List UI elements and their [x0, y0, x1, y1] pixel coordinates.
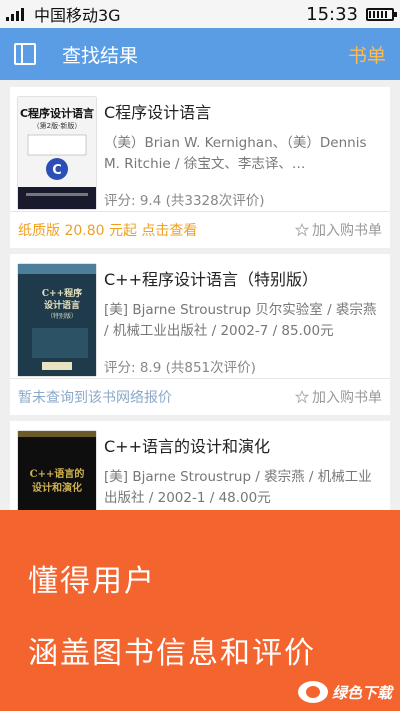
book-meta: [美] Bjarne Stroustrup 贝尔实验室 / 裘宗燕 / 机械工业… [104, 302, 377, 339]
status-bar: 中国移动3G 15:33 [0, 0, 400, 28]
book-rating: 评分: 9.4 (共3328次评价) [104, 193, 265, 209]
svg-text:C程序设计语言: C程序设计语言 [20, 106, 94, 120]
app-bar: 查找结果 书单 [0, 28, 400, 80]
book-meta: [美] Bjarne Stroustrup / 裘宗燕 / 机械工业出版社 / … [104, 469, 372, 506]
book-title[interactable]: C++语言的设计和演化 [104, 433, 382, 457]
star-icon [295, 390, 309, 404]
add-to-booklist-label: 加入购书单 [312, 390, 382, 406]
battery-icon [366, 7, 397, 21]
book-cover[interactable]: C程序设计语言 （第2版·新版） C [18, 97, 96, 209]
booklist-button[interactable]: 书单 [348, 41, 386, 68]
book-cover[interactable]: C++程序 设计语言 （特别版） [18, 264, 96, 376]
svg-text:C: C [52, 163, 62, 178]
carrier-label: 中国移动3G [34, 6, 121, 25]
watermark: 绿色下载 [297, 681, 392, 703]
clock: 15:33 [306, 3, 358, 25]
svg-text:C++程序: C++程序 [42, 287, 82, 299]
watermark-text: 绿色下载 [331, 683, 392, 702]
promo-subline: 涵盖图书信息和评价 [28, 636, 316, 671]
book-meta: （美）Brian W. Kernighan、（美）Dennis M. Ritch… [104, 135, 367, 172]
watermark-logo-icon [297, 681, 328, 703]
add-to-booklist-label: 加入购书单 [312, 223, 382, 239]
book-card[interactable]: C++程序 设计语言 （特别版） C++程序设计语言（特别版） [美] Bjar… [10, 254, 390, 415]
price-link[interactable]: 纸质版 20.80 元起 点击查看 [18, 220, 197, 240]
svg-text:（第2版·新版）: （第2版·新版） [33, 121, 82, 130]
book-card[interactable]: C++语言的 设计和演化 C++语言的设计和演化 [美] Bjarne Stro… [10, 421, 390, 521]
add-to-booklist-button[interactable]: 加入购书单 [295, 387, 382, 407]
signal-icon [6, 7, 28, 21]
promo-headline: 懂得用户 [28, 564, 156, 599]
book-icon[interactable] [14, 43, 36, 65]
book-title[interactable]: C程序设计语言 [104, 99, 382, 123]
svg-text:C++语言的: C++语言的 [30, 467, 85, 480]
svg-text:（特别版）: （特别版） [47, 312, 77, 320]
book-rating: 评分: 8.9 (共851次评价) [104, 360, 256, 376]
add-to-booklist-button[interactable]: 加入购书单 [295, 220, 382, 240]
promo-banner: 懂得用户 涵盖图书信息和评价 绿色下载 [0, 510, 400, 711]
book-card[interactable]: C程序设计语言 （第2版·新版） C C程序设计语言 （美）Brian W. K… [10, 87, 390, 248]
book-title[interactable]: C++程序设计语言（特别版） [104, 266, 382, 290]
star-icon [295, 223, 309, 237]
svg-text:设计和演化: 设计和演化 [32, 481, 82, 494]
book-cover[interactable]: C++语言的 设计和演化 [18, 431, 96, 521]
svg-text:设计语言: 设计语言 [44, 299, 80, 311]
price-status: 暂未查询到该书网络报价 [18, 390, 172, 406]
page-title: 查找结果 [62, 44, 139, 67]
